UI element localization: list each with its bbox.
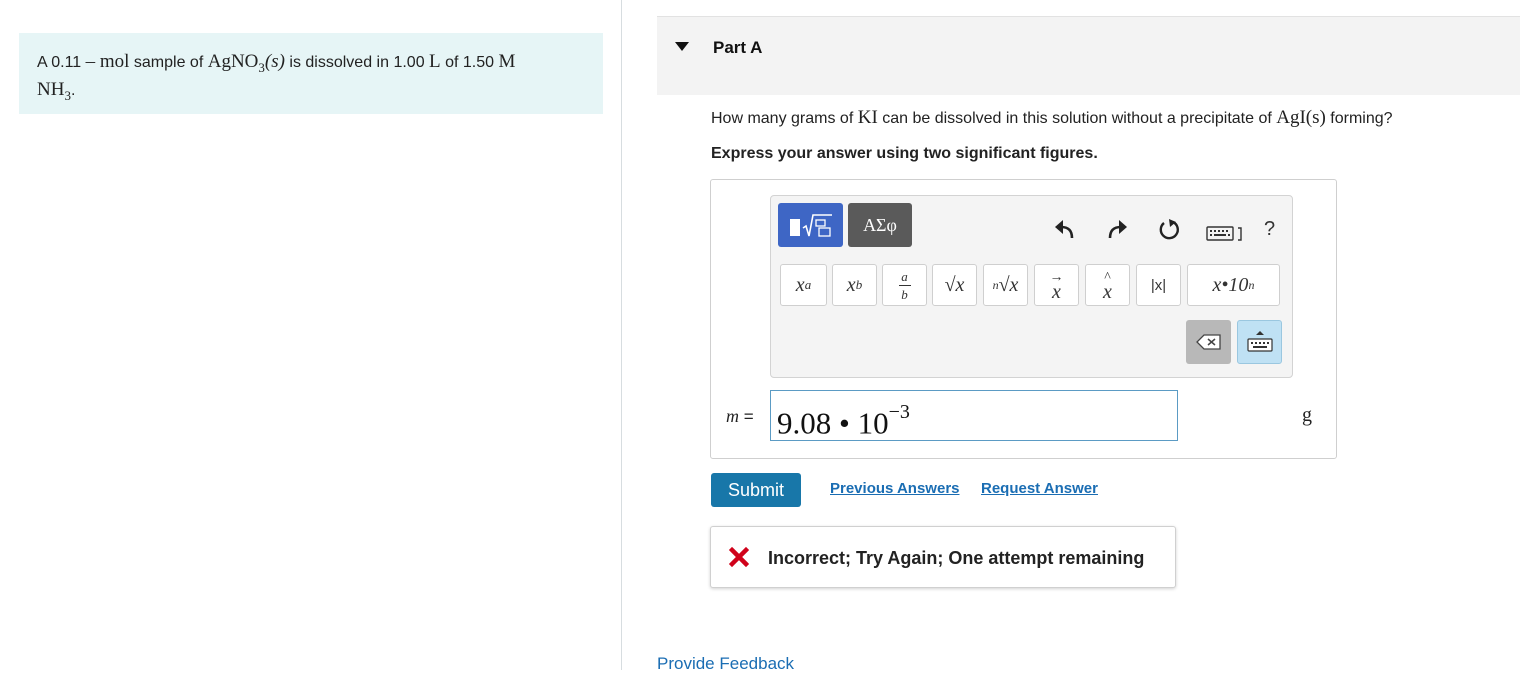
sci-base: x•10 [1212,273,1249,296]
subscript-button[interactable]: xb [832,264,877,306]
part-header[interactable] [657,16,1520,95]
superscript-button[interactable]: xa [780,264,827,306]
superscript-base: x [795,273,805,296]
absolute-value-button[interactable]: |x| [1136,264,1181,306]
help-button[interactable]: ? [1264,218,1275,241]
reset-icon[interactable] [1156,216,1182,244]
symbols-button[interactable]: ΑΣφ [848,203,912,247]
answer-variable-label: m = [726,406,754,427]
problem-statement-panel: A 0.11 – mol sample of AgNO3(s) is disso… [19,33,603,114]
keyboard-toggle-button[interactable] [1237,320,1282,364]
fraction-bar [898,284,911,286]
collapse-caret-icon[interactable] [675,42,689,51]
problem-dash: – [85,51,100,72]
incorrect-x-icon [729,546,749,568]
problem-unit-mol: mol [99,51,130,72]
answer-mantissa: 9.08 • 10 [777,405,889,441]
backspace-icon [1195,334,1221,350]
answer-input[interactable]: 9.08 • 10−3 [770,390,1178,441]
subscript-sub: b [855,277,863,292]
problem-text-prefix: A 0.11 [37,54,86,71]
problem-unit-molar: M [498,51,516,72]
answer-instruction: Express your answer using two significan… [711,145,1098,162]
question-mid: can be dissolved in this solution withou… [877,110,1277,127]
question-precipitate: AgI(s) [1276,107,1326,128]
problem-text-mid2: is dissolved in 1.00 [284,54,430,71]
templates-icon [789,214,832,237]
keyboard-icon [1246,331,1273,352]
superscript-exp: a [804,277,812,292]
undo-icon[interactable] [1052,216,1078,244]
fraction-denominator: b [901,286,908,302]
problem-text-mid: sample of [129,54,208,71]
problem-compound: AgNO3(s) [207,51,285,75]
question-text: How many grams of KI can be dissolved in… [711,107,1393,129]
subscript-base: x [846,273,856,296]
templates-button[interactable] [778,203,843,247]
problem-text-mid3: of 1.50 [440,54,499,71]
nth-root-button[interactable]: n √x [983,264,1028,306]
keyboard-shortcuts-icon[interactable] [1206,224,1246,244]
answer-equals: = [739,407,754,426]
part-title[interactable]: Part A [713,38,762,58]
question-prefix: How many grams of [711,110,858,127]
previous-answers-link[interactable]: Previous Answers [830,480,960,497]
fraction-button[interactable]: ab [882,264,927,306]
unit-vector-button[interactable]: ^ x [1085,264,1130,306]
compound-state: (s) [264,51,285,72]
scientific-notation-button[interactable]: x•10 n [1187,264,1280,306]
problem-statement: A 0.11 – mol sample of AgNO3(s) is disso… [37,51,597,107]
question-reagent: KI [857,107,878,128]
ammonia-base: NH [37,78,65,100]
problem-period: . [70,81,76,99]
backspace-button[interactable] [1186,320,1231,364]
sci-exponent: n [1248,277,1255,292]
vector-button[interactable]: → x [1034,264,1079,306]
provide-feedback-link[interactable]: Provide Feedback [657,654,794,674]
problem-ammonia: NH3 [37,78,71,103]
feedback-message: Incorrect; Try Again; One attempt remain… [768,548,1145,568]
hat-var: x [1103,281,1112,303]
answer-exponent: −3 [888,401,910,423]
answer-variable: m [726,406,739,426]
problem-unit-liter: L [429,51,441,72]
request-answer-link[interactable]: Request Answer [981,480,1098,497]
redo-icon[interactable] [1104,216,1130,244]
square-root-button[interactable]: √x [932,264,977,306]
submit-button[interactable]: Submit [711,473,801,507]
answer-unit: g [1302,404,1312,426]
fraction-numerator: a [901,268,908,284]
question-suffix: forming? [1325,110,1393,127]
nth-root-radicand: √x [998,273,1019,296]
compound-base: AgNO [207,51,259,72]
vector-var: x [1052,281,1061,303]
panel-divider [621,0,622,670]
